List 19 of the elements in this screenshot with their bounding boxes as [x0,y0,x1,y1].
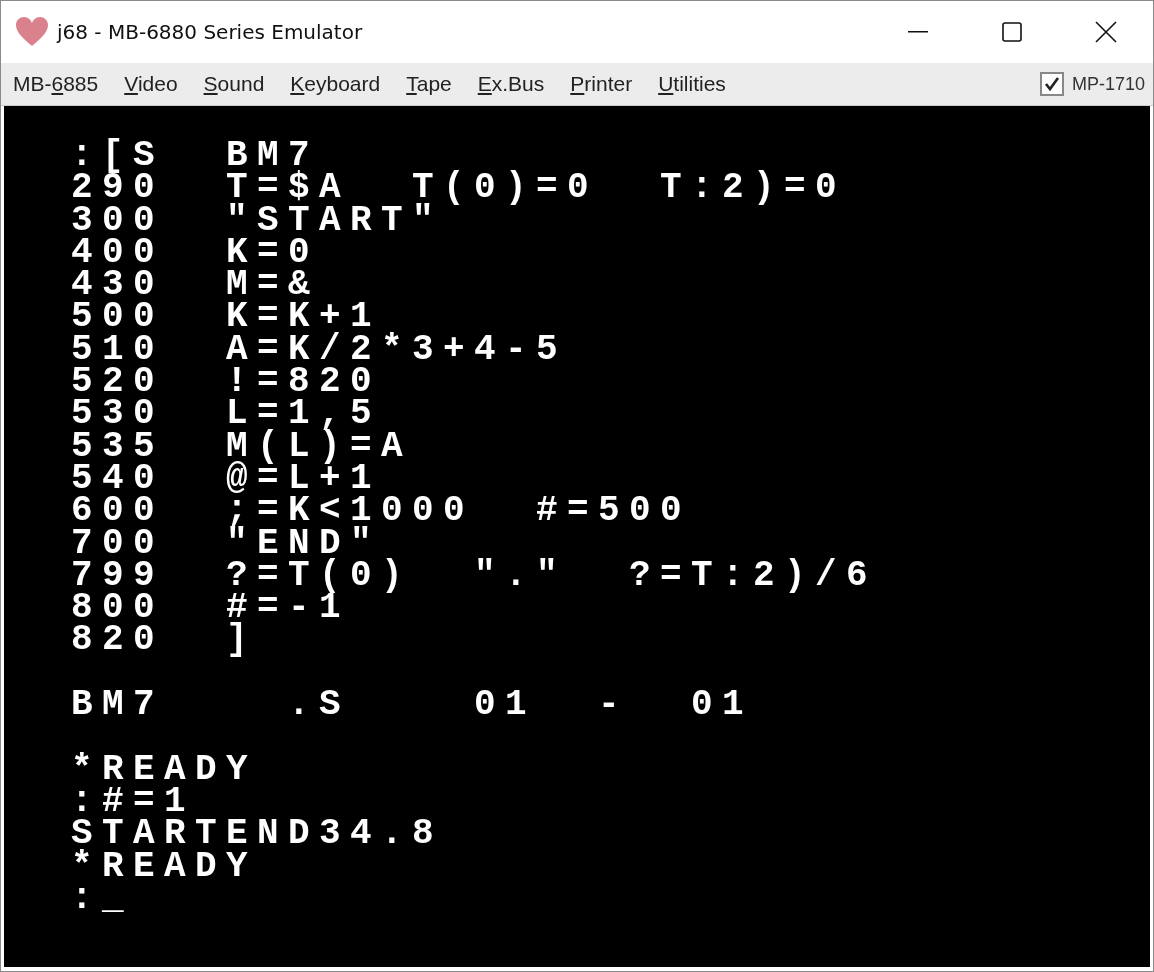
maximize-icon [1002,22,1022,42]
menu-item[interactable]: MB-6885 [1,68,112,100]
menu-item[interactable]: Tape [393,68,465,100]
menu-item[interactable]: Printer [557,68,646,100]
menu-item[interactable]: Video [111,68,191,100]
screen-line: 820 ] [71,619,258,661]
screen-line: :_ [71,877,133,919]
minimize-icon [908,31,928,33]
menu-item[interactable]: Sound [190,68,278,100]
menu-item[interactable]: Ex.Bus [464,68,558,100]
window-title: j68 - MB-6880 Series Emulator [57,19,363,46]
checkbox-label[interactable]: MP-1710 [1071,70,1145,98]
menu-item[interactable]: Utilities [645,68,739,100]
heart-icon [15,16,49,48]
checkbox[interactable] [1039,72,1064,96]
close-icon [1095,21,1117,43]
checkmark-icon [1043,76,1060,92]
menu-item[interactable]: Keyboard [277,68,394,100]
screen-line: BM7 .S 01 - 01 [71,684,754,726]
